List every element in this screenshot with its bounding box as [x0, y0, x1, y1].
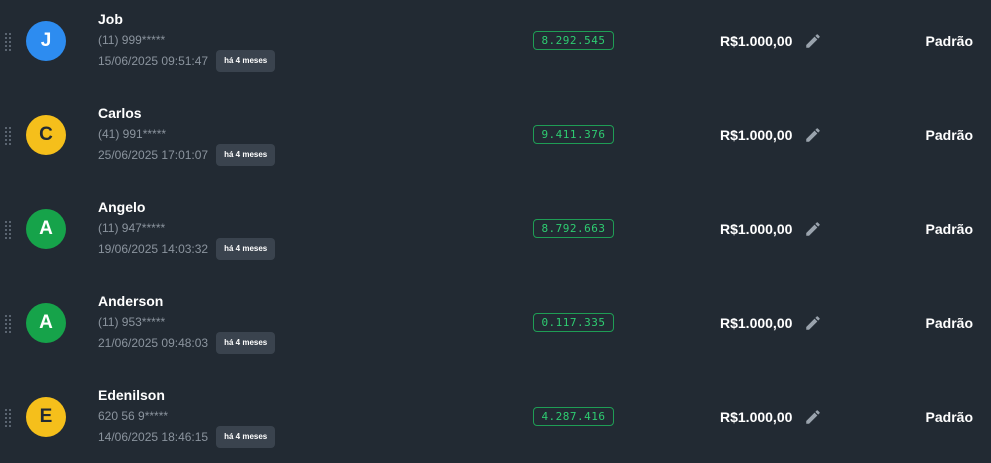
contact-datetime: 25/06/2025 17:01:07 — [98, 148, 209, 162]
contact-name: Angelo — [98, 199, 146, 215]
date-line: 15/06/2025 09:51:47 há 4 meses — [98, 50, 276, 72]
plan-label: Padrão — [925, 33, 973, 49]
plan-label: Padrão — [925, 221, 973, 237]
code-badge: 9.411.376 — [533, 125, 614, 144]
list-item[interactable]: A Anderson (11) 953***** 21/06/2025 09:4… — [0, 282, 991, 376]
avatar: C — [26, 115, 66, 155]
contact-name: Anderson — [98, 293, 164, 309]
contact-datetime: 15/06/2025 09:51:47 — [98, 54, 209, 68]
code-badge: 4.287.416 — [533, 407, 614, 426]
contact-datetime: 19/06/2025 14:03:32 — [98, 242, 209, 256]
pencil-icon[interactable] — [804, 32, 822, 50]
pencil-icon[interactable] — [804, 408, 822, 426]
avatar: A — [26, 303, 66, 343]
list-item[interactable]: A Angelo (11) 947***** 19/06/2025 14:03:… — [0, 188, 991, 282]
date-line: 25/06/2025 17:01:07 há 4 meses — [98, 144, 276, 166]
contact-phone: (11) 953***** — [98, 315, 166, 329]
contact-phone: 620 56 9***** — [98, 409, 169, 423]
contact-name: Job — [98, 11, 123, 27]
amount-value: R$1.000,00 — [720, 221, 793, 237]
contact-name: Edenilson — [98, 387, 165, 403]
contact-datetime: 14/06/2025 18:46:15 — [98, 430, 209, 444]
list-item[interactable]: J Job (11) 999***** 15/06/2025 09:51:47 … — [0, 0, 991, 94]
code-badge: 8.792.663 — [533, 219, 614, 238]
plan-label: Padrão — [925, 315, 973, 331]
avatar: J — [26, 21, 66, 61]
amount-value: R$1.000,00 — [720, 409, 793, 425]
pencil-icon[interactable] — [804, 126, 822, 144]
contact-name: Carlos — [98, 105, 142, 121]
contact-datetime: 21/06/2025 09:48:03 — [98, 336, 209, 350]
contact-phone: (11) 947***** — [98, 221, 166, 235]
contact-phone: (41) 991***** — [98, 127, 167, 141]
drag-handle-icon[interactable] — [5, 221, 11, 239]
date-line: 21/06/2025 09:48:03 há 4 meses — [98, 332, 276, 354]
amount-value: R$1.000,00 — [720, 315, 793, 331]
date-line: 19/06/2025 14:03:32 há 4 meses — [98, 238, 276, 260]
drag-handle-icon[interactable] — [5, 315, 11, 333]
amount-value: R$1.000,00 — [720, 127, 793, 143]
relative-time-badge: há 4 meses — [216, 50, 276, 72]
drag-handle-icon[interactable] — [5, 409, 11, 427]
list-item[interactable]: E Edenilson 620 56 9***** 14/06/2025 18:… — [0, 376, 991, 463]
drag-handle-icon[interactable] — [5, 127, 11, 145]
relative-time-badge: há 4 meses — [216, 144, 276, 166]
contact-phone: (11) 999***** — [98, 33, 166, 47]
amount-value: R$1.000,00 — [720, 33, 793, 49]
date-line: 14/06/2025 18:46:15 há 4 meses — [98, 426, 276, 448]
relative-time-badge: há 4 meses — [216, 332, 276, 354]
code-badge: 8.292.545 — [533, 31, 614, 50]
drag-handle-icon[interactable] — [5, 33, 11, 51]
plan-label: Padrão — [925, 409, 973, 425]
list-item[interactable]: C Carlos (41) 991***** 25/06/2025 17:01:… — [0, 94, 991, 188]
plan-label: Padrão — [925, 127, 973, 143]
contacts-list: J Job (11) 999***** 15/06/2025 09:51:47 … — [0, 0, 991, 463]
pencil-icon[interactable] — [804, 220, 822, 238]
avatar: E — [26, 397, 66, 437]
pencil-icon[interactable] — [804, 314, 822, 332]
relative-time-badge: há 4 meses — [216, 426, 276, 448]
relative-time-badge: há 4 meses — [216, 238, 276, 260]
code-badge: 0.117.335 — [533, 313, 614, 332]
avatar: A — [26, 209, 66, 249]
